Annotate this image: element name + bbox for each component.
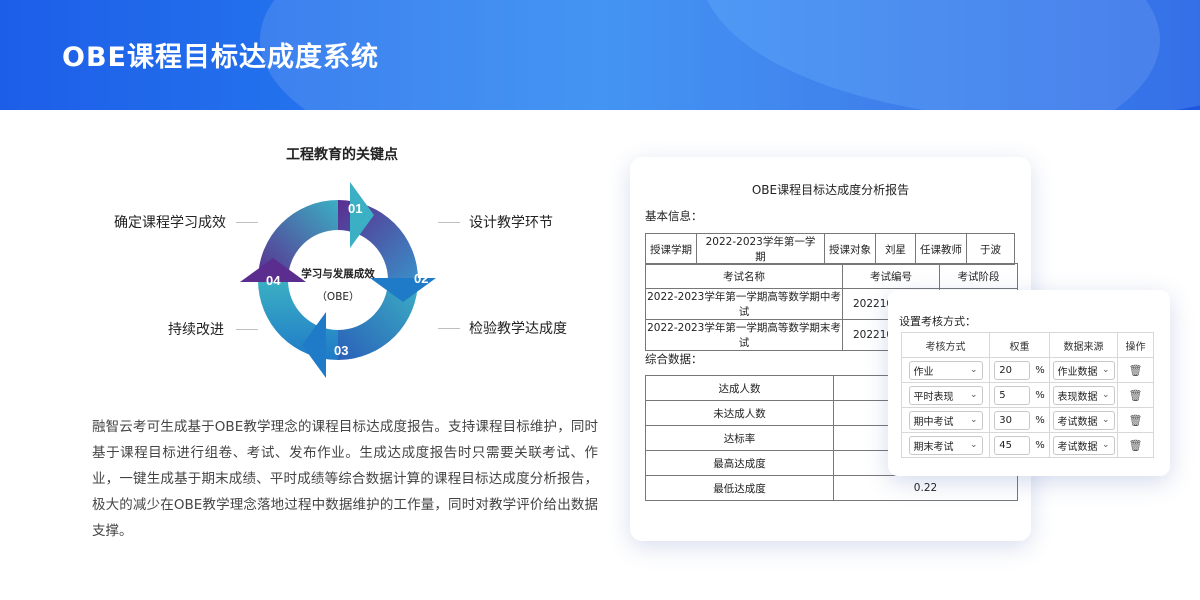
trash-icon[interactable]: 🗑 <box>1129 389 1143 402</box>
trash-icon[interactable]: 🗑 <box>1129 439 1143 452</box>
select-value: 期末考试 <box>913 441 954 453</box>
cycle-step-label: 持续改进 <box>168 322 224 338</box>
table-cell: 2022-2023学年第一学期高等数学期末考试 <box>645 319 843 351</box>
percent-sign: % <box>1035 439 1045 451</box>
connector-line <box>236 222 258 223</box>
chevron-down-icon: ⌄ <box>1101 365 1110 375</box>
table-cell: 0.22 <box>833 475 1018 501</box>
column-header: 考试名称 <box>645 263 843 289</box>
settings-title: 设置考核方式： <box>899 315 976 328</box>
table-cell: 未达成人数 <box>645 400 834 426</box>
table-header-row: 考试名称 考试编号 考试阶段 <box>645 263 1018 289</box>
feature-description: 融智云考可生成基于OBE教学理念的课程目标达成度报告。支持课程目标维护，同时基于… <box>92 419 598 539</box>
cycle-center-subtitle: （OBE） <box>316 291 359 303</box>
percent-sign: % <box>1035 364 1045 376</box>
assessment-table: 考核方式 权重 数据来源 操作 作业 ⌄ 20% 作业数据 ⌄ 🗑 平时表现 ⌄ 5%… <box>901 332 1154 458</box>
table-cell: 2022-2023学年第一学期高等数学期中考试 <box>645 288 843 320</box>
table-row: 作业 ⌄ 20% 作业数据 ⌄ 🗑 <box>901 357 1154 383</box>
obe-cycle-diagram: 01 02 03 04 学习与发展成效 （OBE） <box>240 182 436 378</box>
percent-sign: % <box>1035 414 1045 426</box>
chevron-down-icon: ⌄ <box>969 365 978 375</box>
table-row: 最低达成度 0.22 <box>645 475 1018 501</box>
column-header: 考核方式 <box>901 332 990 358</box>
cycle-step-number: 02 <box>414 271 428 286</box>
method-select[interactable]: 期末考试 ⌄ <box>908 435 983 455</box>
chevron-down-icon: ⌄ <box>1101 390 1110 400</box>
table-row: 期末考试 ⌄ 45% 考试数据 ⌄ 🗑 <box>901 432 1154 458</box>
cycle-title: 工程教育的关键点 <box>286 147 398 163</box>
column-header: 权重 <box>989 332 1050 358</box>
percent-sign: % <box>1035 389 1045 401</box>
weight-input[interactable]: 20 <box>994 360 1031 380</box>
cycle-step-label: 设计教学环节 <box>469 215 553 231</box>
connector-line <box>438 222 460 223</box>
page-title: OBE课程目标达成度系统 <box>62 42 379 73</box>
table-cell: 于波 <box>966 233 1015 265</box>
table-cell: 最高达成度 <box>645 450 834 476</box>
column-header: 操作 <box>1117 332 1154 358</box>
summary-label: 综合数据： <box>645 352 703 366</box>
select-value: 作业数据 <box>1057 366 1098 378</box>
table-row: 期中考试 ⌄ 30% 考试数据 ⌄ 🗑 <box>901 407 1154 433</box>
table-cell: 授课对象 <box>824 233 876 265</box>
source-select[interactable]: 考试数据 ⌄ <box>1052 435 1115 455</box>
method-select[interactable]: 平时表现 ⌄ <box>908 385 983 405</box>
assessment-settings-card: 设置考核方式： 考核方式 权重 数据来源 操作 作业 ⌄ 20% 作业数据 ⌄ 🗑 … <box>888 290 1170 476</box>
table-header-row: 考核方式 权重 数据来源 操作 <box>901 332 1154 358</box>
cycle-step-number: 04 <box>266 273 281 288</box>
table-cell: 刘星 <box>875 233 916 265</box>
basic-info-label: 基本信息： <box>645 209 703 223</box>
source-select[interactable]: 作业数据 ⌄ <box>1052 360 1115 380</box>
column-header: 数据来源 <box>1049 332 1118 358</box>
report-title: OBE课程目标达成度分析报告 <box>751 183 910 197</box>
select-value: 考试数据 <box>1057 416 1098 428</box>
table-cell: 达标率 <box>645 425 834 451</box>
connector-line <box>236 329 258 330</box>
cycle-step-number: 01 <box>348 201 362 216</box>
cycle-step-number: 03 <box>334 343 348 358</box>
chevron-down-icon: ⌄ <box>1101 440 1110 450</box>
select-value: 期中考试 <box>913 416 954 428</box>
source-select[interactable]: 考试数据 ⌄ <box>1052 410 1115 430</box>
select-value: 考试数据 <box>1057 441 1098 453</box>
select-value: 作业 <box>913 366 934 378</box>
select-value: 表现数据 <box>1057 391 1098 403</box>
chevron-down-icon: ⌄ <box>969 415 978 425</box>
weight-input[interactable]: 30 <box>994 410 1031 430</box>
table-row: 平时表现 ⌄ 5% 表现数据 ⌄ 🗑 <box>901 382 1154 408</box>
connector-line <box>438 328 460 329</box>
cycle-step-label: 确定课程学习成效 <box>114 215 226 231</box>
chevron-down-icon: ⌄ <box>1101 415 1110 425</box>
method-select[interactable]: 作业 ⌄ <box>908 360 983 380</box>
method-select[interactable]: 期中考试 ⌄ <box>908 410 983 430</box>
weight-input[interactable]: 45 <box>994 435 1031 455</box>
table-cell: 2022-2023学年第一学期 <box>696 233 825 265</box>
table-cell: 授课学期 <box>645 233 697 265</box>
table-cell: 最低达成度 <box>645 475 834 501</box>
table-cell: 任课教师 <box>915 233 967 265</box>
table-cell: 达成人数 <box>645 375 834 401</box>
chevron-down-icon: ⌄ <box>969 390 978 400</box>
basic-info-table: 授课学期 2022-2023学年第一学期 授课对象 刘星 任课教师 于波 <box>645 233 1015 265</box>
column-header: 考试阶段 <box>939 263 1018 289</box>
cycle-step-label: 检验教学达成度 <box>469 321 567 337</box>
select-value: 平时表现 <box>913 391 954 403</box>
trash-icon[interactable]: 🗑 <box>1129 414 1143 427</box>
cycle-center-title: 学习与发展成效 <box>301 267 375 280</box>
chevron-down-icon: ⌄ <box>969 440 978 450</box>
trash-icon[interactable]: 🗑 <box>1129 364 1143 377</box>
column-header: 考试编号 <box>842 263 940 289</box>
source-select[interactable]: 表现数据 ⌄ <box>1052 385 1115 405</box>
weight-input[interactable]: 5 <box>994 385 1031 405</box>
header-banner: OBE课程目标达成度系统 <box>0 0 1200 110</box>
